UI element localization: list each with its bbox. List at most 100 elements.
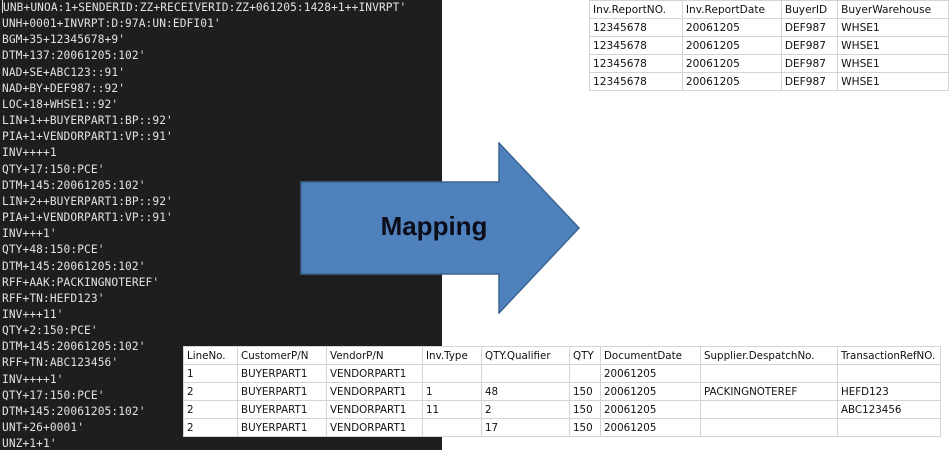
edi-segment-text: DTM+145:20061205:102' (2, 340, 146, 354)
table-cell[interactable]: 20061205 (600, 364, 701, 383)
table-cell[interactable]: 12345678 (589, 72, 683, 91)
column-header[interactable]: BuyerWarehouse (837, 0, 949, 19)
table-row: 12345678 20061205 DEF987 WHSE1 (589, 54, 949, 73)
edi-segment-text: QTY+17:150:PCE' (2, 388, 105, 402)
column-header[interactable]: CustomerP/N (237, 346, 327, 365)
edi-segment-text: LIN+2++BUYERPART1:BP::92' (2, 194, 173, 208)
table-cell[interactable]: VENDORPART1 (326, 418, 423, 437)
edi-segment-text: NAD+BY+DEF987::92' (2, 81, 126, 95)
edi-segment-text: INV+++1' (2, 227, 57, 241)
edi-segment-line: NAD+BY+DEF987::92' (2, 81, 406, 97)
table-cell[interactable]: BUYERPART1 (237, 400, 327, 419)
table-cell[interactable]: 1 (183, 364, 238, 383)
column-header[interactable]: Inv.ReportDate (681, 0, 782, 19)
table-cell[interactable]: BUYERPART1 (237, 364, 327, 383)
header-table-body: 12345678 20061205 DEF987 WHSE1 12345678 20061… (589, 18, 949, 91)
table-cell[interactable]: VENDORPART1 (326, 382, 423, 401)
table-cell[interactable]: DEF987 (780, 72, 839, 91)
table-cell[interactable]: 150 (569, 418, 601, 437)
table-cell[interactable]: WHSE1 (837, 54, 949, 73)
edi-segment-text: LIN+1++BUYERPART1:BP::92' (2, 114, 173, 128)
edi-segment-line: NAD+SE+ABC123::91' (2, 65, 406, 81)
table-cell[interactable]: BUYERPART1 (237, 382, 327, 401)
table-cell[interactable]: 20061205 (681, 36, 782, 55)
edi-segment-text: UNB+UNOA:1+SENDERID:ZZ+RECEIVERID:ZZ+061… (3, 1, 407, 14)
table-cell[interactable]: 20061205 (600, 418, 701, 437)
edi-segment-text: UNH+0001+INVRPT:D:97A:UN:EDFI01' (2, 17, 221, 31)
edi-segment-line: LIN+1++BUYERPART1:BP::92' (2, 113, 406, 129)
edi-segment-text: DTM+145:20061205:102' (2, 404, 146, 418)
table-cell[interactable] (700, 400, 838, 419)
table-cell[interactable]: 150 (569, 400, 601, 419)
table-cell[interactable]: 17 (481, 418, 570, 437)
table-cell[interactable]: DEF987 (780, 18, 839, 37)
column-header[interactable]: Inv.Type (422, 346, 482, 365)
edi-segment-text: PIA+1+VENDORPART1:VP::91' (2, 130, 173, 144)
edi-segment-line: DTM+137:20061205:102' (2, 48, 406, 64)
column-header[interactable]: QTY (569, 346, 601, 365)
table-cell[interactable]: 20061205 (600, 382, 701, 401)
column-header[interactable]: VendorP/N (326, 346, 423, 365)
table-cell[interactable]: 150 (569, 382, 601, 401)
table-cell[interactable]: 20061205 (600, 400, 701, 419)
table-cell[interactable]: 2 (183, 400, 238, 419)
table-cell[interactable]: PACKINGNOTEREF (700, 382, 838, 401)
edi-segment-text: DTM+145:20061205:102' (2, 178, 146, 192)
invrpt-header-table: Inv.ReportNO. Inv.ReportDate BuyerID BuyerW… (589, 0, 949, 91)
table-cell[interactable]: 20061205 (681, 18, 782, 37)
table-cell[interactable]: 11 (422, 400, 482, 419)
table-cell[interactable]: 12345678 (589, 54, 683, 73)
table-cell[interactable] (481, 364, 570, 383)
detail-table-body: 1 BUYERPART1 VENDORPART1 20061205 2 BUYERPART… (183, 364, 941, 437)
column-header[interactable]: TransactionRefNO. (837, 346, 941, 365)
table-row: 12345678 20061205 DEF987 WHSE1 (589, 72, 949, 91)
table-cell[interactable]: 12345678 (589, 36, 683, 55)
table-cell[interactable] (569, 364, 601, 383)
table-cell[interactable] (700, 364, 838, 383)
table-cell[interactable]: 1 (422, 382, 482, 401)
table-cell[interactable]: HEFD123 (837, 382, 941, 401)
table-cell[interactable]: 20061205 (681, 72, 782, 91)
table-cell[interactable]: DEF987 (780, 54, 839, 73)
table-cell[interactable] (700, 418, 838, 437)
table-cell[interactable] (837, 418, 941, 437)
table-cell[interactable]: 2 (183, 418, 238, 437)
table-cell[interactable]: VENDORPART1 (326, 364, 423, 383)
table-cell[interactable]: WHSE1 (837, 36, 949, 55)
mapping-label: Mapping (380, 211, 488, 241)
invrpt-detail-table: LineNo. CustomerP/N VendorP/N Inv.Type QTY.Q… (183, 346, 941, 437)
table-row: 1 BUYERPART1 VENDORPART1 20061205 (183, 364, 941, 383)
column-header[interactable]: BuyerID (780, 0, 839, 19)
table-cell[interactable]: DEF987 (780, 36, 839, 55)
table-cell[interactable]: 48 (481, 382, 570, 401)
edi-segment-text: RFF+TN:ABC123456' (2, 356, 119, 370)
table-cell[interactable] (837, 364, 941, 383)
table-cell[interactable]: VENDORPART1 (326, 400, 423, 419)
column-header[interactable]: QTY.Qualifier (481, 346, 570, 365)
edi-segment-line: QTY+2:150:PCE' (2, 323, 406, 339)
table-cell[interactable]: ABC123456 (837, 400, 941, 419)
table-cell[interactable]: 2 (183, 382, 238, 401)
table-cell[interactable]: 12345678 (589, 18, 683, 37)
column-header[interactable]: DocumentDate (600, 346, 701, 365)
edi-segment-text: INV++++1' (2, 372, 64, 386)
edi-segment-line: BGM+35+12345678+9' (2, 32, 406, 48)
table-cell[interactable]: WHSE1 (837, 72, 949, 91)
column-header[interactable]: LineNo. (183, 346, 238, 365)
edi-segment-text: DTM+137:20061205:102' (2, 49, 146, 63)
edi-segment-text: BGM+35+12345678+9' (2, 33, 126, 47)
table-cell[interactable]: BUYERPART1 (237, 418, 327, 437)
edi-segment-text: NAD+SE+ABC123::91' (2, 65, 126, 79)
table-cell[interactable] (422, 418, 482, 437)
edi-segment-text: UNZ+1+1' (2, 437, 57, 450)
table-cell[interactable] (422, 364, 482, 383)
column-header[interactable]: Supplier.DespatchNo. (700, 346, 838, 365)
table-cell[interactable]: 2 (481, 400, 570, 419)
column-header[interactable]: Inv.ReportNO. (589, 0, 683, 19)
edi-segment-text: QTY+2:150:PCE' (2, 324, 98, 338)
table-row: 12345678 20061205 DEF987 WHSE1 (589, 36, 949, 55)
edi-segment-text: QTY+48:150:PCE' (2, 243, 105, 257)
table-row: 2 BUYERPART1 VENDORPART1 1 48 150 20061205 PACK… (183, 382, 941, 401)
table-cell[interactable]: WHSE1 (837, 18, 949, 37)
table-cell[interactable]: 20061205 (681, 54, 782, 73)
